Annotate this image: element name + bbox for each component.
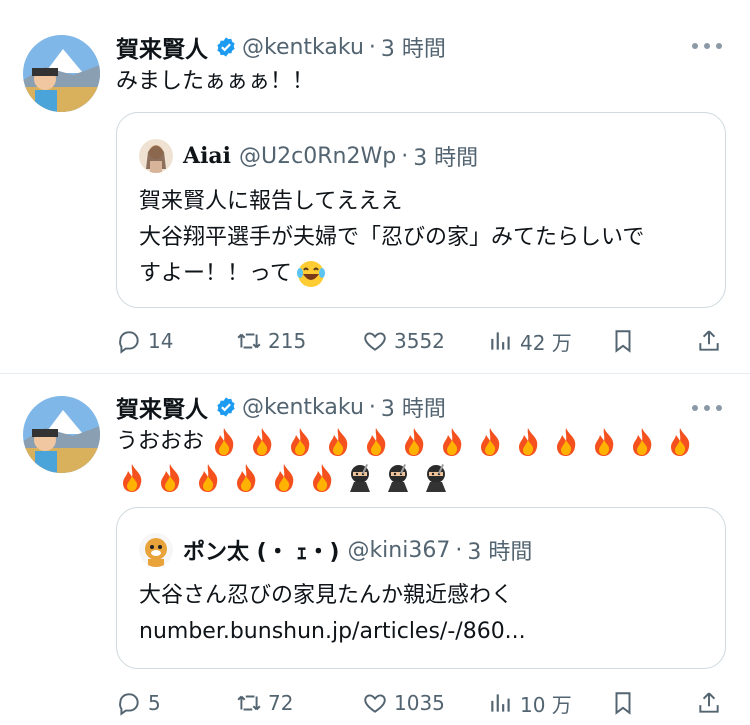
quoted-tweet[interactable]: Aiai @U2c0Rn2Wp · 3 時間 賀来賢人に報告してえええ 大谷翔平… (116, 112, 726, 308)
action-bar: 14 215 3552 42 万 (116, 324, 728, 358)
fire-emoji (199, 464, 218, 492)
tweet-text-line: うおおお (116, 429, 205, 454)
quote-text: 賀来賢人に報告してえええ 大谷翔平選手が夫婦で「忍びの家」みてたらしいで すよー… (139, 184, 644, 292)
quote-author-name: Aiai (183, 143, 232, 169)
quoted-tweet[interactable]: ポン太 (・ ｪ・) @kini367 · 3 時間 大谷さん忍びの家見たんか親… (116, 507, 726, 669)
views-count: 10 万 (520, 692, 572, 717)
fire-emoji (313, 464, 332, 492)
fire-emoji (633, 428, 652, 456)
fire-emoji (291, 428, 310, 456)
author-handle[interactable]: @kentkaku (242, 35, 364, 60)
quote-author-handle: @kini367 (347, 537, 451, 563)
author-avatar[interactable] (23, 396, 100, 473)
quote-text: 大谷さん忍びの家見たんか親近感わく number.bunshun.jp/arti… (139, 578, 526, 650)
fire-emoji (275, 464, 294, 492)
more-icon[interactable] (692, 403, 722, 413)
retweet-icon (237, 333, 261, 349)
quote-link[interactable]: number.bunshun.jp/articles/-/860... (139, 614, 526, 650)
tweet-emoji-line (116, 460, 458, 496)
quote-author-handle: @U2c0Rn2Wp (239, 143, 397, 169)
author-avatar[interactable] (23, 35, 100, 112)
fire-emoji (123, 464, 142, 492)
separator-dot: · (368, 34, 376, 60)
fire-emoji (557, 428, 576, 456)
quote-timestamp: 3 時間 (467, 540, 533, 565)
reply-button[interactable]: 5 (116, 686, 161, 720)
tweet-text: うおおお (116, 424, 702, 460)
retweet-count: 72 (268, 691, 294, 715)
fire-emoji (405, 428, 424, 456)
quote-timestamp: 3 時間 (413, 146, 479, 171)
fire-emoji (443, 428, 462, 456)
share-button[interactable] (696, 324, 728, 358)
bookmark-icon (615, 692, 631, 715)
fire-emoji (519, 428, 538, 456)
author-name[interactable]: 賀来賢人 (116, 30, 208, 64)
fire-emoji (595, 428, 614, 456)
fire-emoji (481, 428, 500, 456)
bookmark-button[interactable] (610, 686, 642, 720)
ninja-emoji (350, 464, 370, 492)
quote-text-line: 賀来賢人に報告してえええ (139, 189, 403, 214)
retweet-button[interactable]: 215 (236, 324, 306, 358)
fire-emoji (237, 464, 256, 492)
views-button[interactable]: 42 万 (488, 324, 572, 358)
reply-count: 5 (148, 691, 161, 715)
views-icon (491, 332, 510, 350)
bookmark-button[interactable] (610, 324, 642, 358)
like-count: 3552 (394, 329, 445, 353)
timestamp[interactable]: 3 時間 (381, 391, 446, 423)
reply-icon (119, 693, 139, 716)
share-button[interactable] (696, 686, 728, 720)
quote-avatar (139, 533, 173, 567)
fire-emoji (329, 428, 348, 456)
fire-emoji (671, 428, 690, 456)
tweet-1[interactable]: 賀来賢人 @kentkaku · 3 時間 みましたぁぁぁ！！ Aiai @U2… (0, 0, 750, 373)
author-name[interactable]: 賀来賢人 (116, 390, 208, 424)
reply-button[interactable]: 14 (116, 324, 173, 358)
share-icon (699, 330, 719, 351)
quote-text-line: すよー！！って (139, 261, 292, 286)
fire-emoji (161, 464, 180, 492)
verified-badge-icon (217, 37, 235, 57)
fire-emoji (367, 428, 386, 456)
quote-avatar (139, 139, 173, 173)
like-button[interactable]: 3552 (362, 324, 445, 358)
ninja-emoji (426, 464, 446, 492)
retweet-count: 215 (268, 329, 307, 353)
retweet-icon (237, 695, 261, 711)
reply-count: 14 (148, 329, 174, 353)
tweet-2[interactable]: 賀来賢人 @kentkaku · 3 時間 うおおお ポン太 (・ ｪ・) @k… (0, 374, 750, 725)
quote-text-line: 大谷さん忍びの家見たんか親近感わく (139, 583, 514, 608)
separator-dot: · (401, 143, 409, 169)
like-icon (364, 694, 386, 713)
views-button[interactable]: 10 万 (488, 686, 572, 720)
separator-dot: · (455, 537, 463, 563)
tweet-text-line: みましたぁぁぁ！！ (116, 69, 315, 94)
like-icon (364, 332, 386, 351)
timestamp[interactable]: 3 時間 (381, 31, 446, 63)
laughing-emoji (296, 261, 325, 287)
separator-dot: · (368, 394, 376, 420)
retweet-button[interactable]: 72 (236, 686, 293, 720)
author-handle[interactable]: @kentkaku (242, 395, 364, 420)
quote-text-line: 大谷翔平選手が夫婦で「忍びの家」みてたらしいで (139, 225, 645, 250)
more-icon[interactable] (692, 41, 722, 51)
bookmark-icon (615, 330, 631, 353)
views-icon (491, 694, 510, 712)
views-count: 42 万 (520, 330, 572, 355)
share-icon (699, 692, 719, 713)
like-count: 1035 (394, 691, 445, 715)
fire-emoji (215, 428, 234, 456)
avatar-image (23, 35, 100, 112)
action-bar: 5 72 1035 10 万 (116, 686, 728, 720)
reply-icon (119, 331, 139, 354)
like-button[interactable]: 1035 (362, 686, 445, 720)
quote-author-name: ポン太 (・ ｪ・) (183, 540, 340, 565)
fire-emoji (253, 428, 272, 456)
ninja-emoji (388, 464, 408, 492)
verified-badge-icon (217, 397, 235, 417)
tweet-text: みましたぁぁぁ！！ (116, 64, 314, 100)
avatar-image (23, 396, 100, 473)
